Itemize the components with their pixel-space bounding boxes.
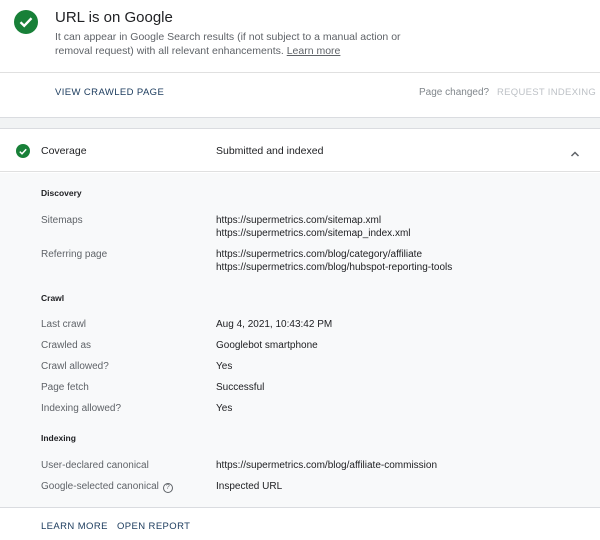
last-crawl-value: Aug 4, 2021, 10:43:42 PM [216, 319, 333, 330]
page-changed-label: Page changed? [419, 87, 490, 98]
learn-more-button[interactable]: LEARN MORE [41, 521, 108, 532]
row-label-user-canonical: User-declared canonical [41, 460, 149, 471]
status-header: URL is on Google It can appear in Google… [0, 0, 600, 72]
sitemap-url: https://supermetrics.com/sitemap_index.x… [216, 228, 411, 239]
user-canonical-value: https://supermetrics.com/blog/affiliate-… [216, 460, 438, 471]
view-crawled-page-button[interactable]: VIEW CRAWLED PAGE [55, 87, 164, 98]
page-title: URL is on Google [55, 9, 173, 26]
section-title-discovery: Discovery [41, 188, 82, 198]
status-description: It can appear in Google Search results (… [55, 30, 435, 58]
request-indexing-button[interactable]: REQUEST INDEXING [497, 87, 596, 98]
referring-url: https://supermetrics.com/blog/category/a… [216, 249, 423, 260]
check-circle-icon [14, 10, 38, 34]
section-title-indexing: Indexing [41, 433, 76, 443]
coverage-panel: Coverage Submitted and indexed Discovery… [0, 128, 600, 540]
actions-bar: VIEW CRAWLED PAGE Page changed? REQUEST … [0, 72, 600, 118]
crawled-as-value: Googlebot smartphone [216, 340, 318, 351]
row-label-indexing-allowed: Indexing allowed? [41, 403, 122, 414]
page-fetch-value: Successful [216, 382, 265, 393]
coverage-label: Coverage [41, 145, 87, 157]
section-title-crawl: Crawl [41, 293, 65, 303]
row-label-page-fetch: Page fetch [41, 382, 89, 393]
row-label-google-canonical: Google-selected canonical? [41, 481, 173, 493]
help-icon[interactable]: ? [162, 483, 173, 493]
sitemaps-value: https://supermetrics.com/sitemap.xml htt… [216, 214, 411, 240]
crawl-allowed-value: Yes [216, 361, 233, 372]
referring-url: https://supermetrics.com/blog/hubspot-re… [216, 262, 453, 273]
coverage-status: Submitted and indexed [216, 145, 324, 157]
referring-page-value: https://supermetrics.com/blog/category/a… [216, 248, 452, 274]
learn-more-link[interactable]: Learn more [287, 45, 341, 57]
open-report-button[interactable]: OPEN REPORT [117, 521, 190, 532]
coverage-header[interactable]: Coverage Submitted and indexed [0, 129, 600, 172]
google-canonical-value: Inspected URL [216, 481, 283, 492]
check-circle-icon [16, 144, 30, 158]
chevron-up-icon[interactable] [570, 145, 580, 163]
coverage-details: Discovery Sitemaps https://supermetrics.… [0, 173, 600, 507]
row-label-crawl-allowed: Crawl allowed? [41, 361, 109, 372]
row-label-crawled-as: Crawled as [41, 340, 92, 351]
sitemap-url: https://supermetrics.com/sitemap.xml [216, 215, 382, 226]
row-label-sitemaps: Sitemaps [41, 215, 83, 226]
coverage-footer: LEARN MORE OPEN REPORT [0, 507, 600, 540]
description-text: It can appear in Google Search results (… [55, 31, 401, 57]
indexing-allowed-value: Yes [216, 403, 233, 414]
row-label-referring-page: Referring page [41, 249, 108, 260]
google-canonical-label: Google-selected canonical [41, 481, 159, 492]
row-label-last-crawl: Last crawl [41, 319, 87, 330]
